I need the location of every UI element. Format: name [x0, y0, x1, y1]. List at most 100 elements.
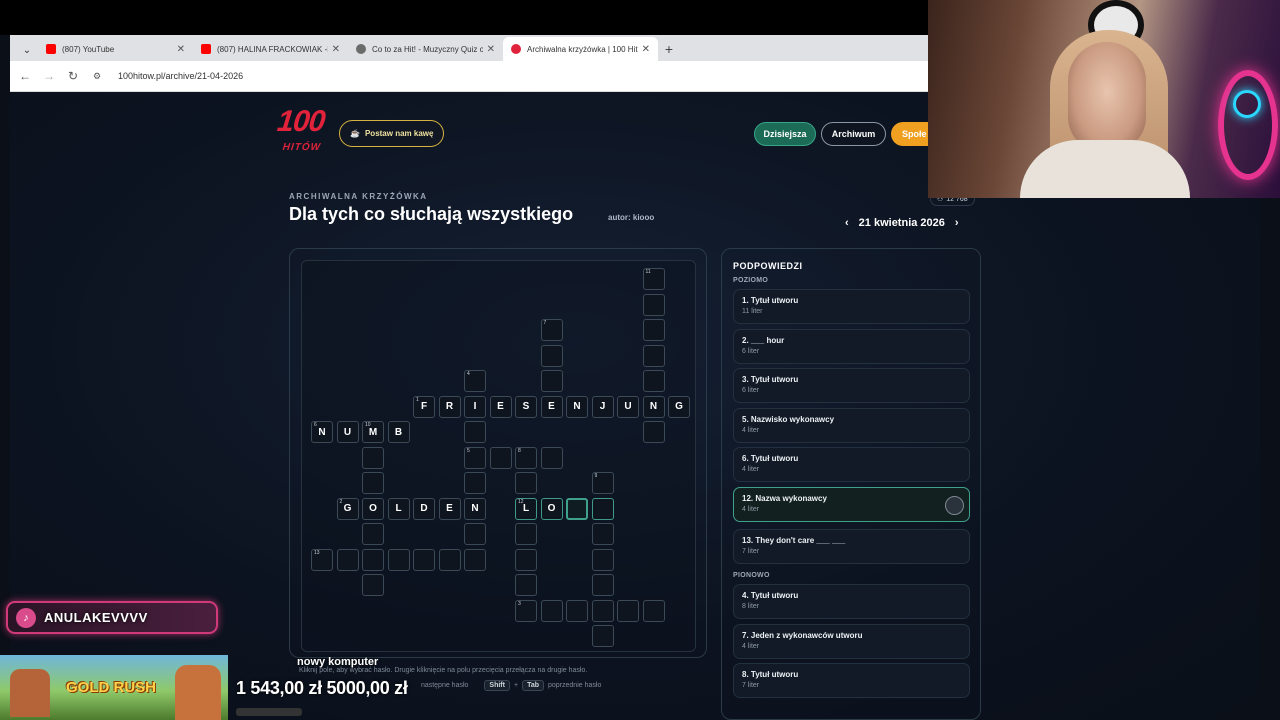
crossword-cell[interactable]	[566, 599, 588, 622]
crossword-cell[interactable]	[387, 548, 410, 571]
url-field[interactable]: 100hitow.pl/archive/21-04-2026	[118, 71, 243, 81]
crossword-cell[interactable]: N	[464, 497, 486, 520]
crossword-cell[interactable]	[642, 599, 665, 622]
crossword-cell[interactable]	[464, 421, 486, 443]
today-button[interactable]: Dzisiejsza	[754, 122, 816, 146]
new-tab-icon[interactable]: +	[658, 37, 680, 61]
crossword-cell[interactable]: E	[540, 395, 563, 418]
clue-item[interactable]: 7. Jeden z wykonawców utworu 4 liter	[733, 623, 970, 659]
crossword-cell[interactable]: 11	[642, 268, 665, 290]
reload-icon[interactable]: ↻	[66, 69, 80, 83]
crossword-cell[interactable]	[642, 421, 665, 443]
crossword-cell[interactable]: 12 L	[515, 497, 537, 520]
community-button[interactable]: Społe	[891, 122, 931, 146]
chevron-right-icon[interactable]: ›	[955, 217, 959, 229]
clue-item[interactable]: 8. Tytuł utworu 7 liter	[733, 663, 970, 698]
clue-item[interactable]: 12. Nazwa wykonawcy 4 liter	[733, 486, 970, 522]
close-icon[interactable]: ✕	[487, 44, 495, 55]
crossword-cell[interactable]: E	[438, 497, 461, 520]
tab-search-icon[interactable]: ⌄	[16, 39, 38, 61]
crossword-cell[interactable]: 9	[591, 472, 614, 494]
crossword-cell[interactable]	[591, 548, 614, 571]
crossword-cell[interactable]	[515, 472, 537, 494]
forward-icon[interactable]: →	[42, 69, 56, 83]
crossword-cell[interactable]: O	[540, 497, 563, 520]
crossword-cell[interactable]	[591, 523, 614, 545]
crossword-cell[interactable]	[540, 370, 563, 392]
crossword-cell[interactable]	[362, 523, 384, 545]
crossword-cell[interactable]: 8	[515, 446, 537, 469]
crossword-cell[interactable]	[515, 523, 537, 545]
crossword-cell[interactable]	[540, 599, 563, 622]
crossword-cell[interactable]: 4	[464, 370, 486, 392]
clue-item[interactable]: 6. Tytuł utworu 4 liter	[733, 447, 970, 482]
crossword-cell[interactable]: R	[438, 395, 461, 418]
clue-item[interactable]: 1. Tytuł utworu 11 liter	[733, 289, 970, 324]
crossword-cell[interactable]: N	[642, 395, 665, 418]
crossword-cell[interactable]: 6N	[311, 421, 333, 443]
crossword-cell[interactable]	[617, 599, 639, 622]
clue-item[interactable]: 3. Tytuł utworu 6 liter	[733, 368, 970, 403]
crossword-cell[interactable]	[642, 370, 665, 392]
crossword-cell[interactable]	[362, 574, 384, 596]
buy-coffee-button[interactable]: ☕ Postaw nam kawę	[339, 120, 445, 147]
archive-button[interactable]: Archiwum	[821, 122, 886, 146]
crossword-cell[interactable]	[362, 472, 384, 494]
crossword-cell[interactable]	[642, 319, 665, 341]
site-logo[interactable]: 100 HITÓW	[273, 105, 327, 162]
crossword-cell[interactable]	[515, 548, 537, 571]
crossword-cell[interactable]	[464, 523, 486, 545]
crossword-cell[interactable]: D	[413, 497, 435, 520]
reveal-hint-button[interactable]	[945, 495, 964, 515]
crossword-cell[interactable]: I	[464, 395, 486, 418]
crossword-cell[interactable]: U	[336, 421, 359, 443]
crossword-cell[interactable]	[464, 472, 486, 494]
crossword-cell[interactable]: G	[668, 395, 690, 418]
crossword-cell[interactable]	[591, 497, 614, 520]
crossword-cell[interactable]	[591, 599, 614, 622]
crossword-cell[interactable]	[464, 548, 486, 571]
crossword-cell[interactable]: 13	[311, 548, 333, 571]
crossword-cell[interactable]: 1F	[413, 395, 435, 418]
crossword-cell[interactable]: B	[387, 421, 410, 443]
crossword-cell[interactable]	[362, 548, 384, 571]
crossword-cell[interactable]: O	[362, 497, 384, 520]
crossword-cell[interactable]	[515, 574, 537, 596]
crossword-cell[interactable]	[489, 446, 512, 469]
crossword-cell[interactable]: N	[566, 395, 588, 418]
crossword-cell[interactable]	[336, 548, 359, 571]
crossword-cell[interactable]	[540, 446, 563, 469]
tab-youtube[interactable]: (807) YouTube ✕	[38, 37, 193, 61]
crossword-cell[interactable]: S	[515, 395, 537, 418]
crossword-cell[interactable]	[566, 497, 588, 520]
chevron-left-icon[interactable]: ‹	[845, 217, 849, 229]
crossword-cell[interactable]: U	[617, 395, 639, 418]
crossword-cell[interactable]: 10 M	[362, 421, 384, 443]
close-icon[interactable]: ✕	[177, 44, 185, 55]
tab-youtube-2[interactable]: (807) HALINA FRACKOWIAK -Pa ✕	[193, 37, 348, 61]
crossword-cell[interactable]	[591, 625, 614, 647]
crossword-cell[interactable]: 5	[464, 446, 486, 469]
crossword-cell[interactable]: 2G	[336, 497, 359, 520]
crossword-cell[interactable]	[438, 548, 461, 571]
back-icon[interactable]: ←	[18, 69, 32, 83]
crossword-cell[interactable]: E	[489, 395, 512, 418]
crossword-cell[interactable]	[642, 344, 665, 367]
crossword-cell[interactable]	[642, 293, 665, 316]
crossword-cell[interactable]	[413, 548, 435, 571]
crossword-cell[interactable]: L	[387, 497, 410, 520]
clue-item[interactable]: 13. They don't care ___ ___ 7 liter	[733, 528, 970, 564]
crossword-cell[interactable]	[540, 344, 563, 367]
close-icon[interactable]: ✕	[642, 44, 650, 55]
clue-item[interactable]: 5. Nazwisko wykonawcy 4 liter	[733, 407, 970, 443]
crossword-cell[interactable]: 7	[540, 319, 563, 341]
crossword-cell[interactable]: J	[591, 395, 614, 418]
site-settings-icon[interactable]: ⚙	[90, 71, 104, 82]
crossword-cell[interactable]	[362, 446, 384, 469]
tab-quiz[interactable]: Co to za Hit! - Muzyczny Quiz o ✕	[348, 37, 503, 61]
clue-item[interactable]: 2. ___ hour 6 liter	[733, 328, 970, 364]
clue-item[interactable]: 4. Tytuł utworu 8 liter	[733, 584, 970, 619]
tab-archive[interactable]: Archiwalna krzyżówka | 100 Hit ✕	[503, 37, 658, 61]
close-icon[interactable]: ✕	[332, 44, 340, 55]
crossword-cell[interactable]	[591, 574, 614, 596]
